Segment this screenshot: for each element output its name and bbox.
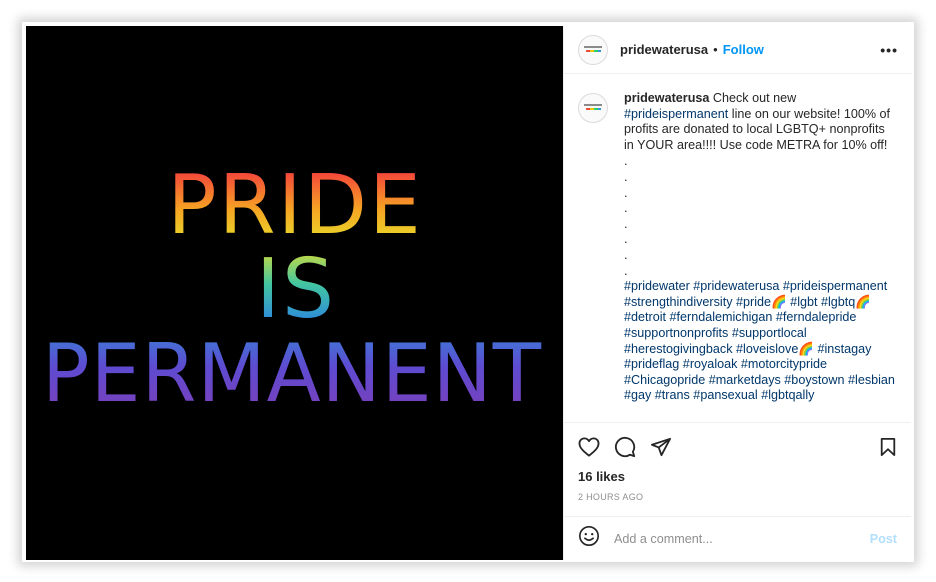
caption-hashtags[interactable]: #pridewater #pridewaterusa #prideisperma… <box>624 279 897 404</box>
dot-line: . <box>624 154 628 169</box>
comment-icon[interactable] <box>614 436 636 458</box>
post-sidebar: pridewaterusa • Follow ••• pridewaterusa… <box>563 26 912 560</box>
smiley-icon[interactable] <box>578 525 600 552</box>
caption-dots: . . . . . . . . <box>624 154 897 279</box>
dot-line: . <box>624 185 628 200</box>
image-text-pride: PRIDE <box>167 158 423 253</box>
hashtag-link[interactable]: #prideispermanent <box>624 107 728 121</box>
bookmark-icon[interactable] <box>879 437 897 457</box>
caption-area: pridewaterusa Check out new #prideisperm… <box>564 75 911 421</box>
comment-input[interactable] <box>612 530 870 547</box>
pride-is-permanent-graphic: PRIDE IS PERMANENT <box>42 158 542 420</box>
instagram-post: PRIDE IS PERMANENT pridewaterusa • Follo… <box>26 26 912 560</box>
caption-row: pridewaterusa Check out new #prideisperm… <box>578 91 897 404</box>
post-image[interactable]: PRIDE IS PERMANENT <box>26 26 563 560</box>
more-options-icon[interactable]: ••• <box>880 42 898 58</box>
action-icons <box>578 431 897 463</box>
caption-text-part: Check out new <box>709 91 797 105</box>
dot-line: . <box>624 216 628 231</box>
image-text-is: IS <box>256 242 336 337</box>
heart-icon[interactable] <box>578 437 600 457</box>
post-header: pridewaterusa • Follow ••• <box>564 26 912 74</box>
add-comment-bar: Post <box>564 516 911 560</box>
post-comment-button[interactable]: Post <box>870 532 897 546</box>
dot-line: . <box>624 263 628 278</box>
follow-button[interactable]: Follow <box>723 42 764 57</box>
caption-avatar[interactable] <box>578 93 608 123</box>
likes-count[interactable]: 16 likes <box>578 469 897 484</box>
dot-line: . <box>624 232 628 247</box>
dot-line: . <box>624 201 628 216</box>
caption-text: pridewaterusa Check out new #prideisperm… <box>624 91 897 404</box>
dot-line: . <box>624 247 628 262</box>
image-text-permanent: PERMANENT <box>42 327 542 420</box>
header-separator: • <box>713 42 718 57</box>
dot-line: . <box>624 169 628 184</box>
avatar[interactable] <box>578 34 608 65</box>
pridewater-logo-icon <box>584 104 602 110</box>
share-icon[interactable] <box>650 437 672 457</box>
post-actions: 16 likes 2 HOURS AGO <box>564 422 911 502</box>
header-username[interactable]: pridewaterusa <box>620 42 708 57</box>
pridewater-logo-icon <box>584 45 602 52</box>
caption-username[interactable]: pridewaterusa <box>624 91 709 105</box>
post-timestamp[interactable]: 2 HOURS AGO <box>578 492 897 502</box>
